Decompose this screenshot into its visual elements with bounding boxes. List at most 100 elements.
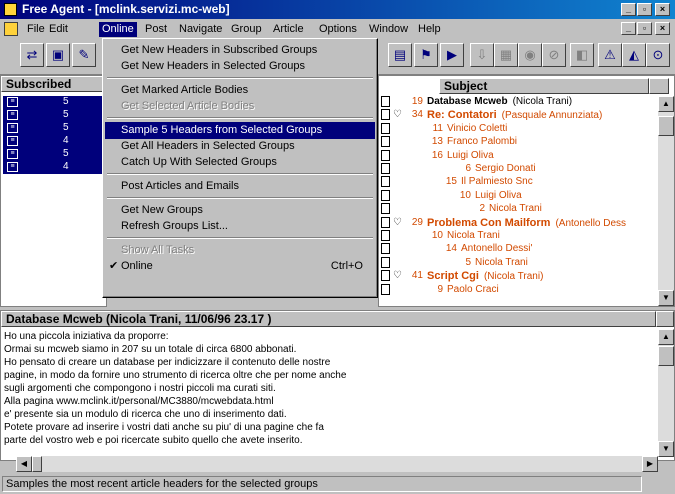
link-icon[interactable]: ⊙ xyxy=(646,43,670,67)
article-row[interactable]: 5 Nicola Trani xyxy=(379,256,657,269)
group-row[interactable]: ≡ 5 xyxy=(3,96,103,109)
online-menu-item[interactable]: Online ✔ Ctrl+O xyxy=(105,258,375,275)
article-row[interactable]: 15 Il Palmiesto Snc xyxy=(379,176,657,188)
article-row[interactable]: 11 Vinicio Coletti xyxy=(379,122,657,135)
article-row[interactable]: ♡ 41 Script Cgi (Nicola Trani) xyxy=(379,270,657,282)
group-row[interactable]: ≡ 4 xyxy=(3,135,103,148)
child-restore-button[interactable]: ▫ xyxy=(637,22,652,35)
article-count: 29 xyxy=(411,216,423,228)
menu-separator xyxy=(107,173,373,175)
online-menu-item[interactable]: Catch Up With Selected Groups xyxy=(105,154,375,171)
child-minimize-button[interactable]: _ xyxy=(621,22,636,35)
minimize-button[interactable]: _ xyxy=(621,3,636,16)
subject-header[interactable]: Subject xyxy=(439,78,649,94)
online-menu-item[interactable]: Get New Headers in Selected Groups xyxy=(105,58,375,75)
scroll-up-button[interactable]: ▲ xyxy=(658,329,674,345)
download-icon[interactable]: ⇩ xyxy=(470,43,494,67)
online-menu-item[interactable]: Get Marked Article Bodies xyxy=(105,82,375,99)
scroll-thumb[interactable] xyxy=(658,346,674,366)
menu-item-label: Get Selected Article Bodies xyxy=(121,100,255,112)
thread-watch-icon: ♡ xyxy=(393,216,402,228)
scroll-left-button[interactable]: ◀ xyxy=(16,456,32,472)
menu-window[interactable]: Window xyxy=(366,22,411,37)
article-row[interactable]: ♡ 34 Re: Contatori (Pasquale Annunziata) xyxy=(379,109,657,121)
menu-edit[interactable]: Edit xyxy=(46,22,71,37)
article-subject: Database Mcweb (Nicola Trani) xyxy=(427,96,572,108)
child-close-button[interactable]: × xyxy=(655,22,670,35)
subject-text: Sergio Donati xyxy=(475,163,536,174)
article-row[interactable]: 10 Nicola Trani xyxy=(379,230,657,242)
menu-options[interactable]: Options xyxy=(316,22,360,37)
pane-maximize-button[interactable] xyxy=(649,78,669,94)
menu-online[interactable]: Online xyxy=(99,22,137,37)
article-row[interactable]: 2 Nicola Trani xyxy=(379,203,657,215)
flag-icon[interactable]: ⚑ xyxy=(414,43,438,67)
app-icon[interactable] xyxy=(4,3,17,16)
online-menu-item[interactable]: Sample 5 Headers from Selected Groups xyxy=(105,122,375,139)
menu-article[interactable]: Article xyxy=(270,22,307,37)
title-bar[interactable]: Free Agent - [mclink.servizi.mc-web] _ ▫… xyxy=(0,0,675,19)
mark-icon[interactable]: ▶ xyxy=(440,43,464,67)
message-maximize-button[interactable] xyxy=(656,311,674,327)
alert-icon[interactable]: ⚠ xyxy=(598,43,622,67)
menu-post[interactable]: Post xyxy=(142,22,170,37)
group-icon[interactable]: ▣ xyxy=(46,43,70,67)
no-icon[interactable]: ⊘ xyxy=(542,43,566,67)
groups-header[interactable]: Subscribed xyxy=(1,76,106,92)
scroll-down-button[interactable]: ▼ xyxy=(658,441,674,457)
tree-icon[interactable]: ◭ xyxy=(622,43,646,67)
article-count: 16 xyxy=(431,149,443,161)
document-icon[interactable] xyxy=(4,22,18,36)
article-doc-icon xyxy=(381,270,390,282)
articles-scrollbar[interactable]: ▲ ▼ xyxy=(658,96,674,306)
menu-file[interactable]: File xyxy=(24,22,48,37)
subject-text: Franco Palombi xyxy=(447,136,518,148)
group-row[interactable]: ≡ 5 xyxy=(3,148,103,161)
scroll-down-button[interactable]: ▼ xyxy=(658,290,674,306)
connect-icon[interactable]: ⇄ xyxy=(20,43,44,67)
horizontal-scrollbar[interactable]: ◀ ▶ xyxy=(16,456,658,472)
online-menu-item[interactable]: Get New Groups xyxy=(105,202,375,219)
article-row[interactable]: 19 Database Mcweb (Nicola Trani) xyxy=(379,96,657,108)
message-line: Ormai su mcweb siamo in 207 su un totale… xyxy=(4,344,297,355)
menu-item-label: Post Articles and Emails xyxy=(121,180,239,192)
close-button[interactable]: × xyxy=(655,3,670,16)
article-row[interactable]: 10 Luigi Oliva xyxy=(379,189,657,202)
menu-item-label: Get New Headers in Selected Groups xyxy=(121,60,306,72)
article-row[interactable]: 16 Luigi Oliva xyxy=(379,149,657,162)
group-count: 5 xyxy=(63,109,69,120)
delete-icon[interactable]: ◉ xyxy=(518,43,542,67)
article-icon[interactable]: ✎ xyxy=(72,43,96,67)
group-row[interactable]: ≡ 4 xyxy=(3,161,103,174)
check-icon: ✔ xyxy=(109,260,119,272)
maximize-button[interactable]: ▫ xyxy=(637,3,652,16)
article-row[interactable]: ♡ 29 Problema Con Mailform (Antonello Dess xyxy=(379,216,657,229)
message-scrollbar[interactable]: ▲ ▼ xyxy=(658,329,674,457)
article-row[interactable]: 14 Antonello Dessi' xyxy=(379,243,657,255)
menu-navigate[interactable]: Navigate xyxy=(176,22,225,37)
h-scroll-thumb[interactable] xyxy=(32,456,42,472)
article-author: (Nicola Trani) xyxy=(483,271,544,283)
menu-group[interactable]: Group xyxy=(228,22,265,37)
online-menu-item[interactable]: Post Articles and Emails xyxy=(105,178,375,195)
online-menu-item[interactable]: Get All Headers in Selected Groups xyxy=(105,138,375,155)
scroll-right-button[interactable]: ▶ xyxy=(642,456,658,472)
article-subject: Sergio Donati xyxy=(475,163,536,175)
article-count: 5 xyxy=(465,256,471,268)
group-row[interactable]: ≡ 5 xyxy=(3,122,103,135)
subject-text: Paolo Craci xyxy=(447,283,499,295)
article-row[interactable]: 9 Paolo Craci xyxy=(379,283,657,296)
group-row[interactable]: ≡ 5 xyxy=(3,109,103,122)
article-row[interactable]: 13 Franco Palombi xyxy=(379,136,657,148)
article-row[interactable]: 6 Sergio Donati xyxy=(379,163,657,175)
scroll-up-button[interactable]: ▲ xyxy=(658,96,674,112)
keep-icon[interactable]: ▤ xyxy=(388,43,412,67)
pin-icon[interactable]: ◧ xyxy=(570,43,594,67)
message-line: sugli argomenti che compongono i nostri … xyxy=(4,383,276,394)
disk-icon[interactable]: ▦ xyxy=(494,43,518,67)
article-count: 13 xyxy=(431,136,443,148)
scroll-thumb[interactable] xyxy=(658,116,674,136)
menu-help[interactable]: Help xyxy=(415,22,444,37)
online-menu-item[interactable]: Refresh Groups List... xyxy=(105,218,375,235)
online-menu-item[interactable]: Get New Headers in Subscribed Groups xyxy=(105,42,375,59)
